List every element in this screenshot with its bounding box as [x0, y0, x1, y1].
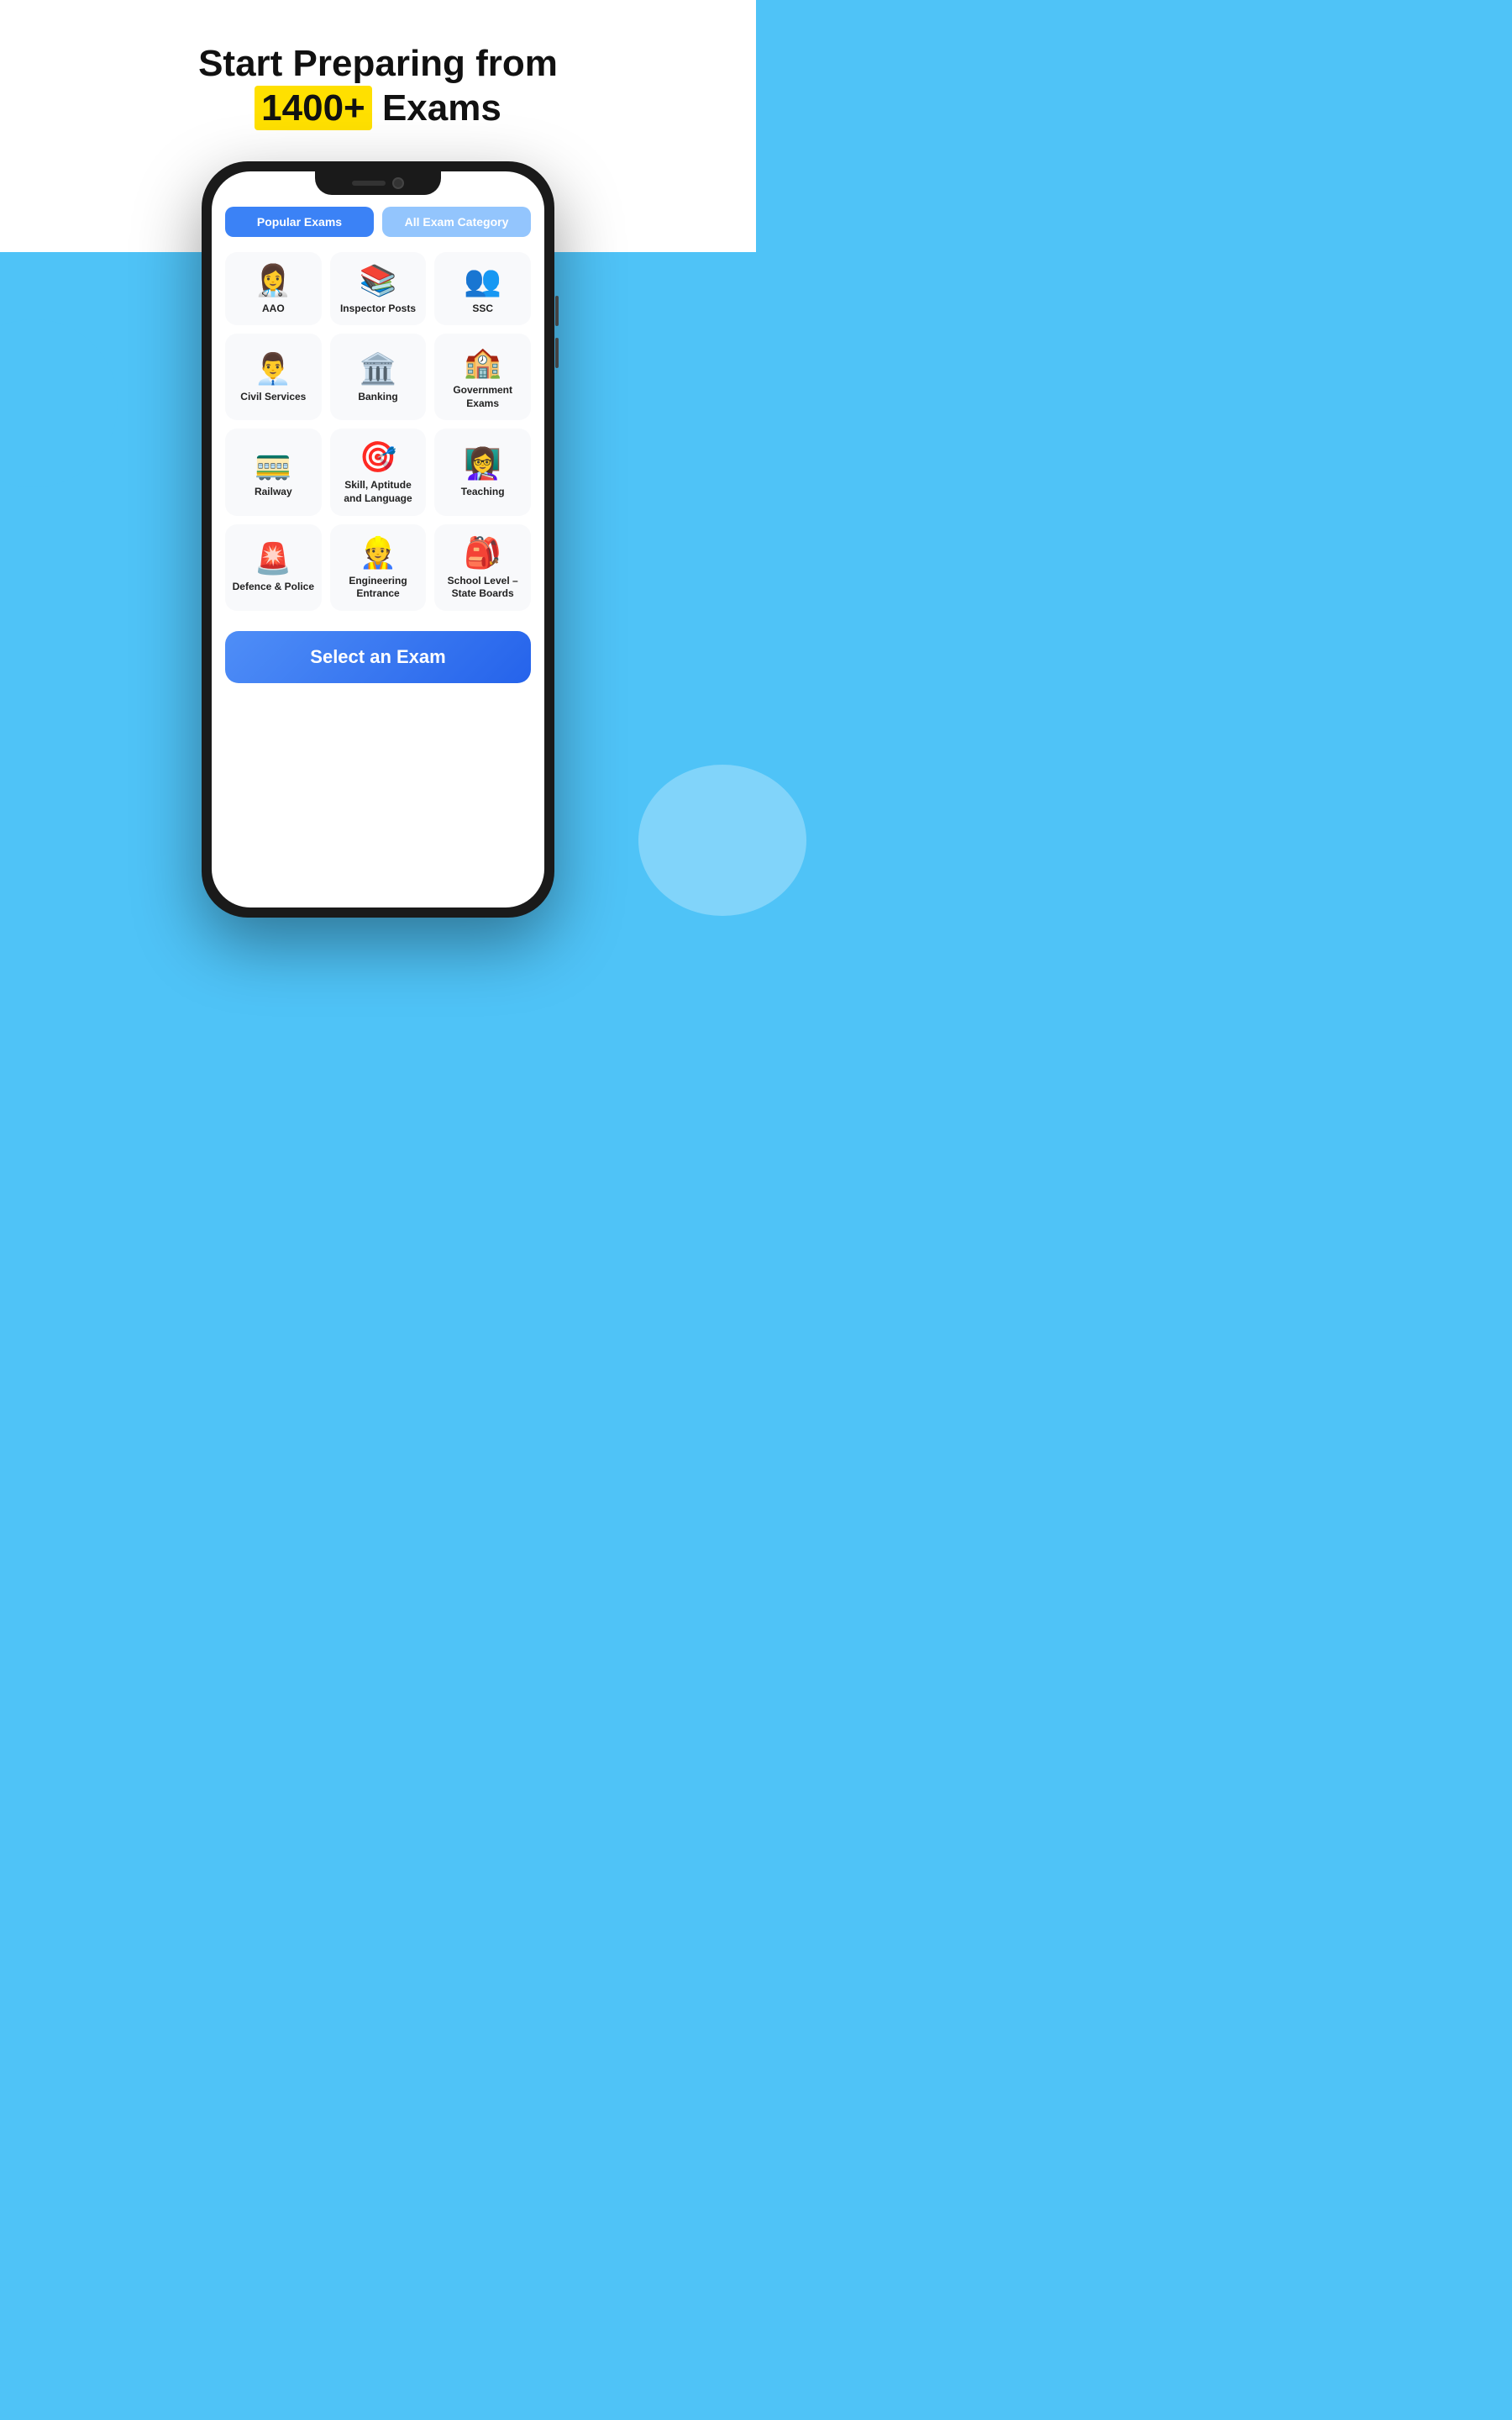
inspector-posts-label: Inspector Posts: [340, 302, 416, 316]
phone-notch: [315, 171, 441, 195]
exam-card-teaching[interactable]: 👩‍🏫 Teaching: [434, 429, 531, 515]
exam-card-school-level[interactable]: 🎒 School Level – State Boards: [434, 524, 531, 611]
teaching-label: Teaching: [461, 486, 505, 499]
phone-screen: Popular Exams All Exam Category 👩‍⚕️ AAO 📚…: [212, 171, 544, 908]
highlight-text: 1400+: [255, 86, 372, 130]
phone-side-button-2: [555, 338, 559, 368]
government-exams-icon: 🏫: [464, 347, 501, 377]
select-exam-button[interactable]: Select an Exam: [225, 631, 531, 683]
railway-label: Railway: [255, 486, 292, 499]
exam-grid: 👩‍⚕️ AAO 📚 Inspector Posts 👥 SSC 👨‍💼 Civil Serv…: [212, 245, 544, 621]
exam-card-banking[interactable]: 🏛️ Banking: [330, 334, 427, 420]
exam-card-aao[interactable]: 👩‍⚕️ AAO: [225, 252, 322, 326]
headline-line2: 1400+ Exams: [198, 87, 558, 131]
defence-police-icon: 🚨: [255, 544, 292, 574]
teaching-icon: 👩‍🏫: [464, 449, 501, 479]
tab-popular-exams[interactable]: Popular Exams: [225, 207, 374, 237]
skill-aptitude-icon: 🎯: [360, 442, 397, 472]
banking-label: Banking: [358, 391, 397, 404]
banking-icon: 🏛️: [360, 354, 397, 384]
exam-card-railway[interactable]: 🚃 Railway: [225, 429, 322, 515]
notch-speaker: [352, 181, 386, 186]
exam-card-ssc[interactable]: 👥 SSC: [434, 252, 531, 326]
phone-mockup: Popular Exams All Exam Category 👩‍⚕️ AAO 📚…: [202, 161, 554, 918]
inspector-posts-icon: 📚: [360, 266, 397, 296]
phone-side-button-1: [555, 296, 559, 326]
skill-aptitude-label: Skill, Aptitude and Language: [337, 479, 420, 505]
government-exams-label: Government Exams: [441, 384, 524, 410]
headline-line1: Start Preparing from: [198, 42, 558, 87]
tab-all-exam-category[interactable]: All Exam Category: [382, 207, 531, 237]
exam-card-engineering-entrance[interactable]: 👷 Engineering Entrance: [330, 524, 427, 611]
engineering-entrance-icon: 👷: [360, 538, 397, 568]
aao-icon: 👩‍⚕️: [255, 266, 292, 296]
notch-camera: [392, 177, 404, 189]
ssc-label: SSC: [472, 302, 493, 316]
tab-bar: Popular Exams All Exam Category: [212, 195, 544, 245]
exam-card-defence-police[interactable]: 🚨 Defence & Police: [225, 524, 322, 611]
exam-card-civil-services[interactable]: 👨‍💼 Civil Services: [225, 334, 322, 420]
page-headline: Start Preparing from 1400+ Exams: [198, 42, 558, 131]
ssc-icon: 👥: [464, 266, 501, 296]
school-level-label: School Level – State Boards: [441, 575, 524, 601]
exam-card-skill-aptitude[interactable]: 🎯 Skill, Aptitude and Language: [330, 429, 427, 515]
civil-services-icon: 👨‍💼: [255, 354, 292, 384]
engineering-entrance-label: Engineering Entrance: [337, 575, 420, 601]
aao-label: AAO: [262, 302, 285, 316]
select-exam-wrap: Select an Exam: [212, 621, 544, 700]
railway-icon: 🚃: [255, 449, 292, 479]
civil-services-label: Civil Services: [240, 391, 306, 404]
exam-card-government-exams[interactable]: 🏫 Government Exams: [434, 334, 531, 420]
school-level-icon: 🎒: [464, 538, 501, 568]
exam-card-inspector-posts[interactable]: 📚 Inspector Posts: [330, 252, 427, 326]
defence-police-label: Defence & Police: [233, 581, 314, 594]
